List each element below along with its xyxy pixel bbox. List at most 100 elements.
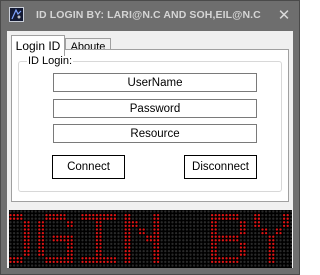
led-dot	[189, 228, 192, 231]
led-dot	[113, 242, 117, 246]
led-dot	[63, 228, 66, 231]
led-dot	[192, 253, 196, 256]
led-dot-lit	[41, 235, 45, 238]
led-dot-lit	[95, 217, 99, 220]
led-dot-lit	[272, 257, 275, 260]
led-dot	[192, 228, 196, 231]
led-dot	[182, 264, 185, 267]
led-dot	[167, 217, 171, 220]
led-dot-lit	[210, 239, 214, 242]
led-dot	[167, 264, 171, 267]
led-dot	[282, 260, 286, 264]
led-dot	[174, 239, 178, 242]
led-dot-lit	[41, 228, 45, 231]
led-dot	[228, 249, 232, 253]
led-dot	[232, 210, 235, 213]
led-dot	[16, 221, 19, 224]
led-dot	[272, 231, 275, 235]
led-dot	[192, 242, 196, 246]
led-dot	[34, 253, 37, 256]
led-dot	[84, 246, 88, 249]
disconnect-button[interactable]: Disconnect	[184, 155, 257, 179]
led-dot	[135, 239, 138, 242]
led-dot	[70, 231, 73, 235]
led-dot-lit	[138, 231, 142, 235]
led-dot-lit	[99, 228, 102, 231]
password-field[interactable]	[53, 99, 257, 118]
led-dot-lit	[70, 246, 73, 249]
led-dot	[250, 257, 253, 260]
led-dot	[77, 253, 81, 256]
led-dot	[149, 217, 153, 220]
led-dot	[282, 235, 286, 238]
tab-login-id[interactable]: Login ID	[11, 35, 65, 56]
username-field[interactable]	[53, 73, 257, 92]
led-dot-lit	[218, 213, 221, 217]
led-dot	[45, 228, 48, 231]
led-dot	[279, 260, 282, 264]
led-dot	[243, 210, 246, 213]
led-dot	[77, 242, 81, 246]
led-dot	[92, 224, 95, 228]
led-dot	[20, 242, 23, 246]
led-dot	[257, 253, 261, 256]
led-dot	[38, 217, 41, 220]
led-dot	[264, 260, 268, 264]
led-dot	[239, 235, 243, 238]
led-dot	[77, 260, 81, 264]
led-dot	[9, 231, 12, 235]
led-dot	[185, 253, 189, 256]
led-dot	[264, 221, 268, 224]
led-dot-lit	[228, 257, 232, 260]
led-dot	[171, 228, 174, 231]
led-dot	[250, 235, 253, 238]
led-dot	[106, 224, 109, 228]
led-dot	[275, 249, 279, 253]
led-dot	[9, 246, 12, 249]
led-dot	[236, 224, 239, 228]
led-dot	[246, 228, 250, 231]
led-dot-lit	[239, 253, 243, 256]
led-dot	[59, 210, 63, 213]
led-dot-lit	[239, 249, 243, 253]
close-icon[interactable]: ✕	[275, 6, 293, 24]
led-dot	[110, 249, 113, 253]
led-dot	[286, 264, 289, 267]
connect-button[interactable]: Connect	[52, 155, 125, 179]
led-dot	[77, 239, 81, 242]
led-dot	[84, 264, 88, 267]
led-dot	[246, 239, 250, 242]
led-dot	[48, 246, 52, 249]
led-dot	[261, 217, 264, 220]
led-dot-lit	[63, 239, 66, 242]
led-dot	[196, 239, 199, 242]
resource-field[interactable]	[53, 124, 257, 143]
led-dot	[272, 264, 275, 267]
led-dot-lit	[81, 257, 84, 260]
led-dot	[264, 242, 268, 246]
led-dot	[243, 239, 246, 242]
led-dot	[142, 210, 145, 213]
led-dot	[149, 257, 153, 260]
led-dot	[30, 228, 34, 231]
led-dot-lit	[254, 217, 257, 220]
led-dot-lit	[214, 231, 217, 235]
led-dot	[30, 235, 34, 238]
led-dot-lit	[27, 235, 30, 238]
led-dot	[254, 253, 257, 256]
led-dot	[207, 210, 210, 213]
led-dot	[138, 213, 142, 217]
led-dot	[142, 242, 145, 246]
led-dot	[196, 221, 199, 224]
led-dot	[9, 224, 12, 228]
led-dot	[178, 217, 181, 220]
led-dot	[110, 246, 113, 249]
title-bar[interactable]: ID LOGIN BY: LARI@N.C AND SOH,EIL@N.C ✕	[1, 1, 299, 31]
led-dot	[178, 213, 181, 217]
led-dot	[110, 231, 113, 235]
led-dot	[45, 264, 48, 267]
led-dot-lit	[153, 221, 156, 224]
led-dot	[290, 260, 292, 264]
led-dot	[149, 246, 153, 249]
led-dot-lit	[131, 224, 135, 228]
